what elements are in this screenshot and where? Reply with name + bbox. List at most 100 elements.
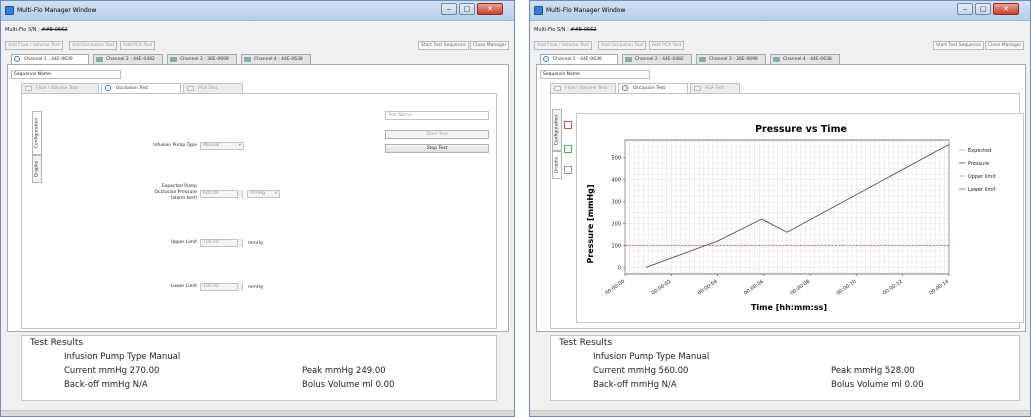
sequence-name-input[interactable]: Sequence Name <box>11 70 121 79</box>
backoff-result: Back-off mmHg N/A <box>593 380 677 390</box>
serial-value: ##E-0662 <box>41 27 68 33</box>
y-tick-label: 500 <box>611 156 621 162</box>
test-results-panel: Test Results Infusion Pump Type Manual C… <box>550 335 1020 401</box>
window-title: Multi-Flo Manager Window <box>546 7 626 14</box>
stop-test-button[interactable]: Stop Test <box>385 144 489 153</box>
x-tick-label: 00:00:08 <box>789 279 811 297</box>
test-results-title: Test Results <box>30 338 84 348</box>
x-tick-label: 00:00:14 <box>928 279 950 297</box>
manager-window-left: Multi-Flo Manager Window ‒ □ ✕ Multi-Flo… <box>0 0 515 417</box>
side-tab-graphs[interactable]: Graphs <box>32 155 42 183</box>
x-tick-label: 00:00:06 <box>743 279 765 297</box>
start-test-button[interactable]: Start Test <box>385 130 489 139</box>
spin-buttons[interactable] <box>237 190 242 198</box>
pressure-chart: Pressure vs Time Pressure [mmHg] Time [h… <box>586 124 996 312</box>
peak-result: Peak mmHg 528.00 <box>831 366 915 376</box>
bolus-result: Bolus Volume ml 0.00 <box>302 380 395 390</box>
chart-icon[interactable] <box>564 121 572 129</box>
add-pca-test-button[interactable]: Add PCA Test <box>649 41 685 50</box>
y-tick-label: 300 <box>611 200 621 206</box>
lower-limit-input[interactable]: 100.00 <box>200 283 243 291</box>
chevron-down-icon: ▾ <box>238 143 241 148</box>
pressure-unit-select[interactable]: mmHg ▾ <box>247 190 280 198</box>
serial-info: Multi-Flo S/N : ##E-0662 <box>5 27 67 33</box>
close-manager-button[interactable]: Close Manager <box>470 41 510 50</box>
chart-grid <box>624 139 950 275</box>
chevron-down-icon: ▾ <box>274 191 277 196</box>
minimize-button[interactable]: ‒ <box>441 3 457 15</box>
side-tab-configuration[interactable]: Configuration <box>552 109 562 151</box>
current-result: Current mmHg 560.00 <box>593 366 689 376</box>
minimize-button[interactable]: ‒ <box>957 3 973 15</box>
pca-icon <box>187 86 194 91</box>
occlusion-icon <box>105 85 111 91</box>
bolus-result: Bolus Volume ml 0.00 <box>831 380 924 390</box>
x-tick-label: 00:00:02 <box>651 279 673 297</box>
channel-icon <box>96 57 103 62</box>
title-bar: Multi-Flo Manager Window ‒ □ ✕ <box>530 1 1030 21</box>
add-flow-test-button[interactable]: Add Flow / Volume Test <box>534 41 592 50</box>
serial-label: Multi-Flo S/N : <box>5 27 40 33</box>
close-button[interactable]: ✕ <box>993 3 1019 15</box>
maximize-button[interactable]: □ <box>975 3 991 15</box>
test-name-input[interactable]: Test Name <box>385 111 489 120</box>
lower-limit-label: Lower Limit <box>170 284 197 289</box>
add-occlusion-test-button[interactable]: Add Occlusion Test <box>598 41 647 50</box>
status-bar <box>530 410 1030 416</box>
app-icon <box>534 6 543 15</box>
channel-icon <box>244 57 251 62</box>
test-panel <box>21 93 497 329</box>
pump-type-select[interactable]: Manual ▾ <box>200 142 244 150</box>
close-button[interactable]: ✕ <box>477 3 503 15</box>
channel-icon <box>699 57 706 62</box>
start-test-sequence-button[interactable]: Start Test Sequence <box>933 41 984 50</box>
peak-result: Peak mmHg 249.00 <box>302 366 386 376</box>
legend-entry: Lower limit <box>968 187 996 193</box>
upper-limit-unit: mmHg <box>248 241 264 246</box>
side-tab-configuration[interactable]: Configuration <box>32 111 42 155</box>
export-icon[interactable] <box>564 145 572 153</box>
close-manager-button[interactable]: Close Manager <box>985 41 1025 50</box>
channel-icon <box>625 57 632 62</box>
serial-info: Multi-Flo S/N : ##E-0662 <box>534 27 596 33</box>
add-flow-test-button[interactable]: Add Flow / Volume Test <box>5 41 63 50</box>
occlusion-icon <box>622 85 628 91</box>
channel-icon <box>170 57 177 62</box>
legend-entry: Expected <box>968 148 991 154</box>
x-tick-label: 00:00:10 <box>836 279 858 297</box>
pump-type-result: Infusion Pump Type Manual <box>593 352 710 362</box>
x-axis-label: Time [hh:mm:ss] <box>751 303 827 312</box>
app-icon <box>5 6 14 15</box>
lower-limit-unit: mmHg <box>248 285 264 290</box>
sequence-name-input[interactable]: Sequence Name <box>540 70 650 79</box>
status-bar <box>1 410 514 416</box>
channel-icon <box>773 57 780 62</box>
legend-entry: Upper limit <box>968 174 996 180</box>
spin-buttons[interactable] <box>237 283 242 291</box>
expected-pressure-input[interactable]: 600.00 <box>200 190 243 198</box>
channel-icon <box>543 56 549 62</box>
serial-value: ##E-0662 <box>570 27 597 33</box>
flow-icon <box>554 86 561 91</box>
flow-icon <box>25 86 32 91</box>
window-title: Multi-Flo Manager Window <box>17 7 97 14</box>
settings-icon[interactable] <box>564 166 572 174</box>
test-results-panel: Test Results Infusion Pump Type Manual C… <box>21 335 497 401</box>
upper-limit-input[interactable]: 700.00 <box>200 239 243 247</box>
x-tick-label: 00:00:04 <box>697 279 719 297</box>
current-result: Current mmHg 270.00 <box>64 366 160 376</box>
side-tab-graphs[interactable]: Graphs <box>552 151 562 179</box>
add-occlusion-test-button[interactable]: Add Occlusion Test <box>69 41 118 50</box>
start-test-sequence-button[interactable]: Start Test Sequence <box>418 41 469 50</box>
test-results-title: Test Results <box>559 338 613 348</box>
maximize-button[interactable]: □ <box>459 3 475 15</box>
spin-buttons[interactable] <box>237 239 242 247</box>
pump-type-result: Infusion Pump Type Manual <box>64 352 181 362</box>
add-pca-test-button[interactable]: Add PCA Test <box>120 41 156 50</box>
y-tick-label: 100 <box>611 243 621 249</box>
chart-title: Pressure vs Time <box>755 124 847 135</box>
chart-frame: Pressure vs Time Pressure [mmHg] Time [h… <box>576 113 1024 323</box>
upper-limit-label: Upper Limit <box>170 240 197 245</box>
title-bar: Multi-Flo Manager Window ‒ □ ✕ <box>1 1 514 21</box>
backoff-result: Back-off mmHg N/A <box>64 380 148 390</box>
